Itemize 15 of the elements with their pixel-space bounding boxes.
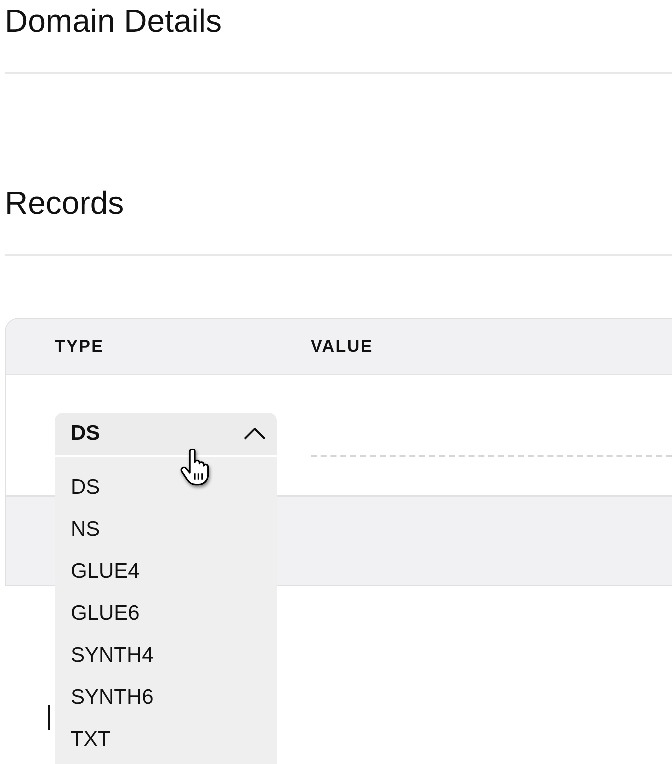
section-title: Domain Details: [5, 2, 223, 40]
dropdown-option[interactable]: SYNTH6: [55, 677, 277, 719]
dropdown-option[interactable]: GLUE6: [55, 593, 277, 635]
text-caret: [48, 705, 50, 730]
type-select[interactable]: DS: [55, 413, 277, 457]
dropdown-option[interactable]: SYNTH4: [55, 635, 277, 677]
column-header: TYPE: [55, 336, 104, 356]
dropdown-option[interactable]: TXT: [55, 719, 277, 761]
dropdown-option[interactable]: GLUE4: [55, 551, 277, 593]
dropdown-option[interactable]: DS: [55, 467, 277, 509]
section-title: Records: [5, 184, 126, 222]
dropdown-option[interactable]: NS: [55, 509, 277, 551]
hand-cursor-icon: [180, 449, 210, 486]
column-header: VALUE: [311, 336, 374, 356]
caret-icon: [244, 428, 266, 440]
